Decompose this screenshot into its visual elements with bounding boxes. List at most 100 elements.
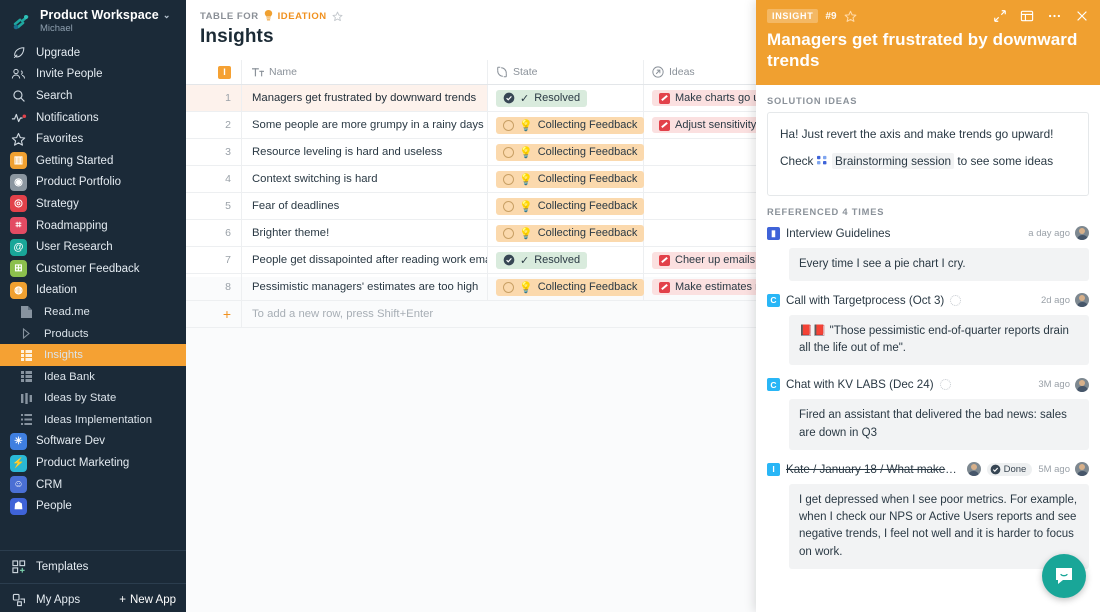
reference-header[interactable]: C Call with Targetprocess (Oct 3) 2d ago [767,290,1089,311]
status-badge: 💡 Collecting Feedback [496,171,644,188]
loading-spinner-icon [940,379,951,390]
reference-time: a day ago [1028,228,1070,239]
sidebar-item-crm[interactable]: ☺ CRM [0,474,186,496]
new-app-button[interactable]: + New App [119,594,176,606]
state-icon [496,66,508,78]
sidebar-item-software-dev[interactable]: ✳ Software Dev [0,431,186,453]
avatar[interactable] [967,462,981,476]
workspace-header[interactable]: Product Workspace ⌄ Michael [0,0,186,40]
column-header-state[interactable]: State [488,60,644,84]
sidebar-item-getting-started[interactable]: ▥ Getting Started [0,150,186,172]
row-name[interactable]: Brighter theme! [242,220,488,246]
triangle-right-icon[interactable] [18,325,35,342]
star-icon[interactable] [332,11,343,22]
sidebar-item-people[interactable]: ☗ People [0,495,186,517]
sidebar-item-idea-bank[interactable]: Idea Bank [0,366,186,388]
circle-icon [503,120,514,131]
sidebar-item-templates[interactable]: Templates [0,555,186,579]
idea-label: Make estimates m [675,281,764,293]
row-state[interactable]: 💡 Collecting Feedback [488,112,644,138]
sidebar-item-product-marketing[interactable]: ⚡ Product Marketing [0,452,186,474]
sidebar-footer: Templates My Apps + New App [0,546,186,612]
row-number: 3 [186,139,242,165]
chevron-down-icon[interactable]: ⌄ [163,10,171,21]
reference-item[interactable]: C Call with Targetprocess (Oct 3) 2d ago… [756,290,1100,366]
row-name[interactable]: Fear of deadlines [242,193,488,219]
close-icon[interactable] [1075,9,1089,23]
reference-title[interactable]: Kate / January 18 / What makes ... [786,463,961,476]
row-state[interactable]: 💡 Collecting Feedback [488,166,644,192]
bulb-emoji-icon: 💡 [519,119,533,132]
avatar[interactable] [1075,293,1089,307]
sidebar-item-ideas-by-state[interactable]: Ideas by State [0,388,186,410]
row-state[interactable]: ✓ Resolved [488,247,644,273]
reference-title[interactable]: Interview Guidelines [786,227,890,240]
brainstorming-session-link[interactable]: Brainstorming session [832,153,954,169]
column-header-gutter[interactable]: I [186,60,242,84]
sidebar-item-my-apps[interactable]: My Apps + New App [0,588,186,612]
reference-header[interactable]: ▮ Interview Guidelines a day ago [767,223,1089,244]
idea-label: Cheer up emails [675,254,755,266]
sidebar-item-readme[interactable]: Read.me [0,301,186,323]
sidebar-item-strategy[interactable]: ◎ Strategy [0,193,186,215]
reference-title[interactable]: Chat with KV LABS (Dec 24) [786,378,934,391]
more-icon[interactable] [1047,9,1062,23]
row-name[interactable]: Pessimistic managers' estimates are too … [242,274,488,300]
status-label: Collecting Feedback [538,227,638,239]
avatar[interactable] [1075,462,1089,476]
solution-line-2: Check Brainstorming session to see some … [780,152,1076,170]
reference-item[interactable]: C Chat with KV LABS (Dec 24) 3M ago Fire… [756,374,1100,450]
new-app-label: New App [130,594,176,606]
reference-meta: 5M ago [1038,462,1089,476]
reference-item[interactable]: I Kate / January 18 / What makes ... Don… [756,459,1100,569]
row-name[interactable]: Context switching is hard [242,166,488,192]
sidebar-item-notifications[interactable]: Notifications [0,107,186,129]
sidebar-item-roadmapping[interactable]: ⌗ Roadmapping [0,215,186,237]
star-icon[interactable] [844,10,857,23]
row-name[interactable]: Managers get frustrated by downward tren… [242,85,488,111]
reference-item[interactable]: ▮ Interview Guidelines a day ago Every t… [756,223,1100,281]
sidebar-item-product-portfolio[interactable]: ◉ Product Portfolio [0,172,186,194]
plus-icon[interactable]: + [186,301,242,327]
sidebar-item-user-research[interactable]: @ User Research [0,236,186,258]
row-name[interactable]: People get dissapointed after reading wo… [242,247,488,273]
sidebar-divider [0,550,186,551]
row-state[interactable]: 💡 Collecting Feedback [488,139,644,165]
column-header-name[interactable]: Name [242,60,488,84]
row-name[interactable]: Some people are more grumpy in a rainy d… [242,112,488,138]
sidebar-item-products[interactable]: Products [0,323,186,345]
solution-ideas-card[interactable]: Ha! Just revert the axis and make trends… [767,112,1089,196]
expand-icon[interactable] [993,9,1007,23]
avatar[interactable] [1075,226,1089,240]
sidebar-item-label: People [36,500,72,512]
list-icon [18,411,35,428]
reference-header[interactable]: I Kate / January 18 / What makes ... Don… [767,459,1089,480]
avatar[interactable] [1075,378,1089,392]
sidebar-item-label: Products [44,328,89,340]
sidebar-item-upgrade[interactable]: Upgrade [0,42,186,64]
row-state[interactable]: ✓ Resolved [488,85,644,111]
sidebar-item-insights[interactable]: Insights [0,344,186,366]
sidebar-item-ideas-implementation[interactable]: Ideas Implementation [0,409,186,431]
sidebar-footer-label: My Apps [36,594,80,606]
sidebar-item-favorites[interactable]: Favorites [0,128,186,150]
row-name[interactable]: Resource leveling is hard and useless [242,139,488,165]
status-label: Collecting Feedback [538,119,638,131]
row-state[interactable]: 💡 Collecting Feedback [488,274,644,300]
reference-header[interactable]: C Chat with KV LABS (Dec 24) 3M ago [767,374,1089,395]
reference-title[interactable]: Call with Targetprocess (Oct 3) [786,294,944,307]
check-glyph: ✓ [520,254,529,267]
sidebar-item-search[interactable]: Search [0,85,186,107]
sidebar-item-invite-people[interactable]: Invite People [0,64,186,86]
layout-icon[interactable] [1020,9,1034,23]
solution-line-1: Ha! Just revert the axis and make trends… [780,125,1076,143]
row-state[interactable]: 💡 Collecting Feedback [488,220,644,246]
sidebar-item-customer-feedback[interactable]: ⊞ Customer Feedback [0,258,186,280]
grid-icon [18,368,35,385]
row-state[interactable]: 💡 Collecting Feedback [488,193,644,219]
sidebar-item-ideation[interactable]: ◍ Ideation [0,280,186,302]
person-badge-icon: ☗ [10,498,27,515]
breadcrumb-parent[interactable]: IDEATION [278,11,327,22]
solution-line-2-prefix: Check [780,154,813,168]
chat-bubble-icon[interactable] [1042,554,1086,598]
